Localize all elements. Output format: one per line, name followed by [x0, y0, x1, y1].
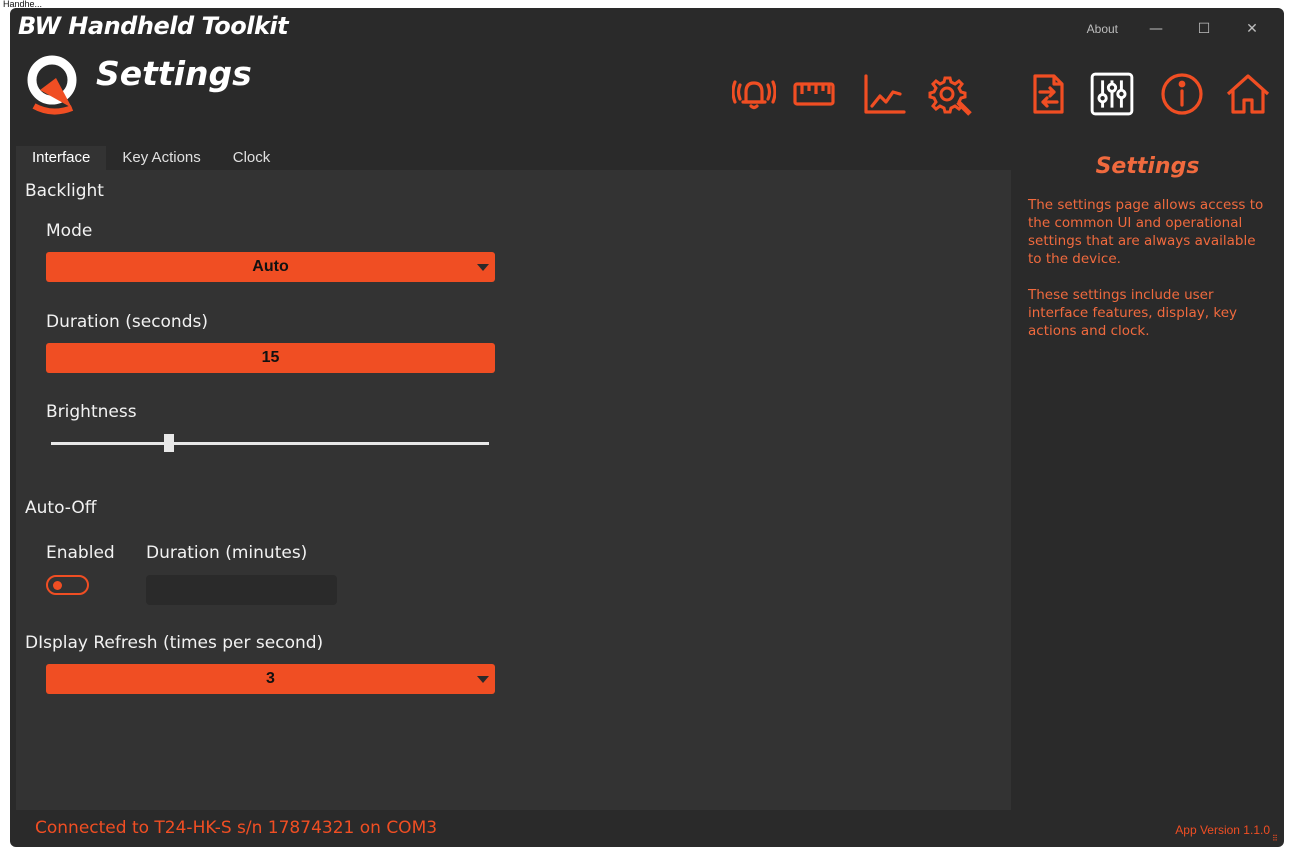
brightness-slider[interactable]	[51, 442, 489, 445]
help-paragraph-2: These settings include user interface fe…	[1028, 287, 1238, 339]
enabled-label: Enabled	[46, 543, 115, 563]
backlight-heading: Backlight	[25, 181, 104, 201]
help-title: Settings	[1095, 154, 1200, 179]
display-refresh-value: 3	[266, 670, 275, 687]
file-transfer-icon[interactable]	[1024, 70, 1072, 118]
auto-off-heading: Auto-Off	[25, 498, 97, 518]
sliders-icon[interactable]	[1088, 70, 1136, 118]
app-logo	[26, 50, 82, 116]
duration-field[interactable]: 15	[46, 343, 495, 373]
app-version: App Version 1.1.0	[1175, 823, 1270, 837]
duration-label: Duration (seconds)	[46, 312, 208, 332]
auto-off-duration-input[interactable]	[146, 575, 337, 605]
display-refresh-label: DIsplay Refresh (times per second)	[25, 633, 324, 653]
ruler-icon[interactable]	[790, 70, 838, 118]
mode-label: Mode	[46, 221, 93, 241]
page-title: Settings	[96, 54, 252, 93]
settings-tabs: Interface Key Actions Clock	[16, 146, 286, 170]
auto-off-toggle[interactable]	[46, 575, 89, 595]
chevron-down-icon	[477, 676, 489, 683]
brightness-label: Brightness	[46, 402, 137, 422]
resize-grip-icon[interactable]: ⠿	[1272, 835, 1282, 845]
chart-line-icon[interactable]	[860, 70, 908, 118]
app-title: BW Handheld Toolkit	[18, 12, 289, 40]
minimize-button[interactable]: —	[1132, 18, 1180, 40]
interface-panel: Backlight Mode Auto Duration (seconds) 1…	[16, 170, 1011, 810]
window-controls: About — ☐ ✕	[1073, 18, 1276, 40]
about-button[interactable]: About	[1073, 22, 1132, 36]
mode-select[interactable]: Auto	[46, 252, 495, 282]
mode-value: Auto	[252, 258, 289, 275]
auto-off-duration-label: Duration (minutes)	[146, 543, 308, 563]
toggle-knob	[53, 581, 62, 590]
display-refresh-select[interactable]: 3	[46, 664, 495, 694]
maximize-button[interactable]: ☐	[1180, 18, 1228, 40]
connection-status: Connected to T24-HK-S s/n 17874321 on CO…	[35, 818, 438, 838]
alarm-bell-icon[interactable]	[730, 70, 778, 118]
brightness-slider-thumb[interactable]	[164, 434, 175, 452]
info-icon[interactable]	[1158, 70, 1206, 118]
duration-value: 15	[261, 349, 280, 366]
home-icon[interactable]	[1224, 70, 1272, 118]
gear-wrench-icon[interactable]	[926, 70, 974, 118]
close-button[interactable]: ✕	[1228, 18, 1276, 40]
help-paragraph-1: The settings page allows access to the c…	[1028, 197, 1264, 267]
chevron-down-icon	[477, 264, 489, 271]
tab-interface[interactable]: Interface	[16, 146, 107, 170]
app-window: BW Handheld Toolkit About — ☐ ✕ Settings	[10, 8, 1284, 847]
tab-key-actions[interactable]: Key Actions	[106, 146, 216, 170]
tab-clock[interactable]: Clock	[217, 146, 287, 170]
help-panel: Settings The settings page allows access…	[1011, 146, 1284, 810]
